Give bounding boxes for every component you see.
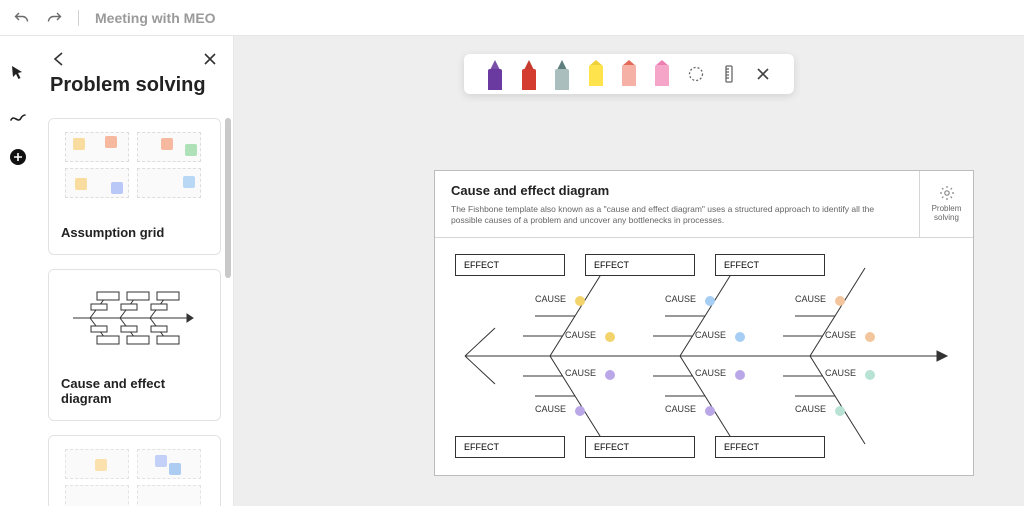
preview-title: Cause and effect diagram [451,183,903,198]
toolbar-close-icon[interactable] [753,64,773,84]
highlighter-pink[interactable] [652,60,672,90]
ruler-icon[interactable] [719,64,739,84]
template-thumb [49,436,220,506]
highlighter-red[interactable] [619,60,639,90]
tool-rail [0,36,36,506]
cause-dot[interactable] [835,406,845,416]
template-card[interactable] [48,435,221,506]
cause-dot[interactable] [705,406,715,416]
effect-box[interactable]: EFFECT [455,436,565,458]
template-card-cause-effect[interactable]: Cause and effect diagram [48,269,221,421]
cause-label: CAUSE [565,368,596,378]
template-label: Assumption grid [49,215,220,254]
cause-label: CAUSE [795,294,826,304]
preview-category: Problem solving [919,171,973,237]
cursor-tool[interactable] [9,64,27,82]
cause-label: CAUSE [795,404,826,414]
panel-back-button[interactable] [50,50,68,68]
effect-box[interactable]: EFFECT [585,436,695,458]
cause-dot[interactable] [865,370,875,380]
preview-header: Cause and effect diagram The Fishbone te… [435,171,973,238]
effect-box[interactable]: EFFECT [715,436,825,458]
document-title[interactable]: Meeting with MEO [95,10,216,26]
cause-dot[interactable] [575,296,585,306]
cause-dot[interactable] [605,370,615,380]
separator [78,10,79,26]
lasso-icon[interactable] [686,64,706,84]
panel-close-button[interactable] [201,50,219,68]
redo-icon[interactable] [46,10,62,26]
cause-label: CAUSE [695,330,726,340]
cause-dot[interactable] [735,332,745,342]
effect-box[interactable]: EFFECT [715,254,825,276]
template-preview[interactable]: Cause and effect diagram The Fishbone te… [434,170,974,476]
gear-icon [939,185,955,201]
fishbone-diagram: EFFECT EFFECT EFFECT EFFECT EFFECT EFFEC… [435,238,973,474]
pen-red[interactable] [519,60,539,90]
template-panel: Problem solving Assumption grid [36,36,234,506]
panel-list[interactable]: Assumption grid [36,118,233,506]
template-thumb [49,270,220,366]
cause-label: CAUSE [565,330,596,340]
cause-dot[interactable] [865,332,875,342]
effect-box[interactable]: EFFECT [585,254,695,276]
ink-tool[interactable] [9,106,27,124]
panel-title: Problem solving [36,74,233,105]
cause-dot[interactable] [735,370,745,380]
panel-scrollbar[interactable] [225,118,231,278]
cause-label: CAUSE [665,404,696,414]
pen-purple[interactable] [485,60,505,90]
cause-label: CAUSE [535,294,566,304]
highlighter-yellow[interactable] [586,60,606,90]
preview-description: The Fishbone template also known as a "c… [451,204,903,227]
undo-icon[interactable] [14,10,30,26]
cause-label: CAUSE [695,368,726,378]
template-label: Cause and effect diagram [49,366,220,420]
cause-label: CAUSE [665,294,696,304]
cause-label: CAUSE [825,368,856,378]
add-button[interactable] [9,148,27,166]
template-card-assumption-grid[interactable]: Assumption grid [48,118,221,255]
whiteboard-canvas[interactable]: Cause and effect diagram The Fishbone te… [234,36,1024,506]
cause-dot[interactable] [605,332,615,342]
title-bar: Meeting with MEO [0,0,1024,36]
pen-teal[interactable] [552,60,572,90]
cause-dot[interactable] [705,296,715,306]
effect-box[interactable]: EFFECT [455,254,565,276]
template-thumb [49,119,220,215]
cause-label: CAUSE [825,330,856,340]
pen-toolbar [464,54,794,94]
cause-dot[interactable] [835,296,845,306]
cause-dot[interactable] [575,406,585,416]
preview-category-label: Problem solving [920,205,973,223]
cause-label: CAUSE [535,404,566,414]
